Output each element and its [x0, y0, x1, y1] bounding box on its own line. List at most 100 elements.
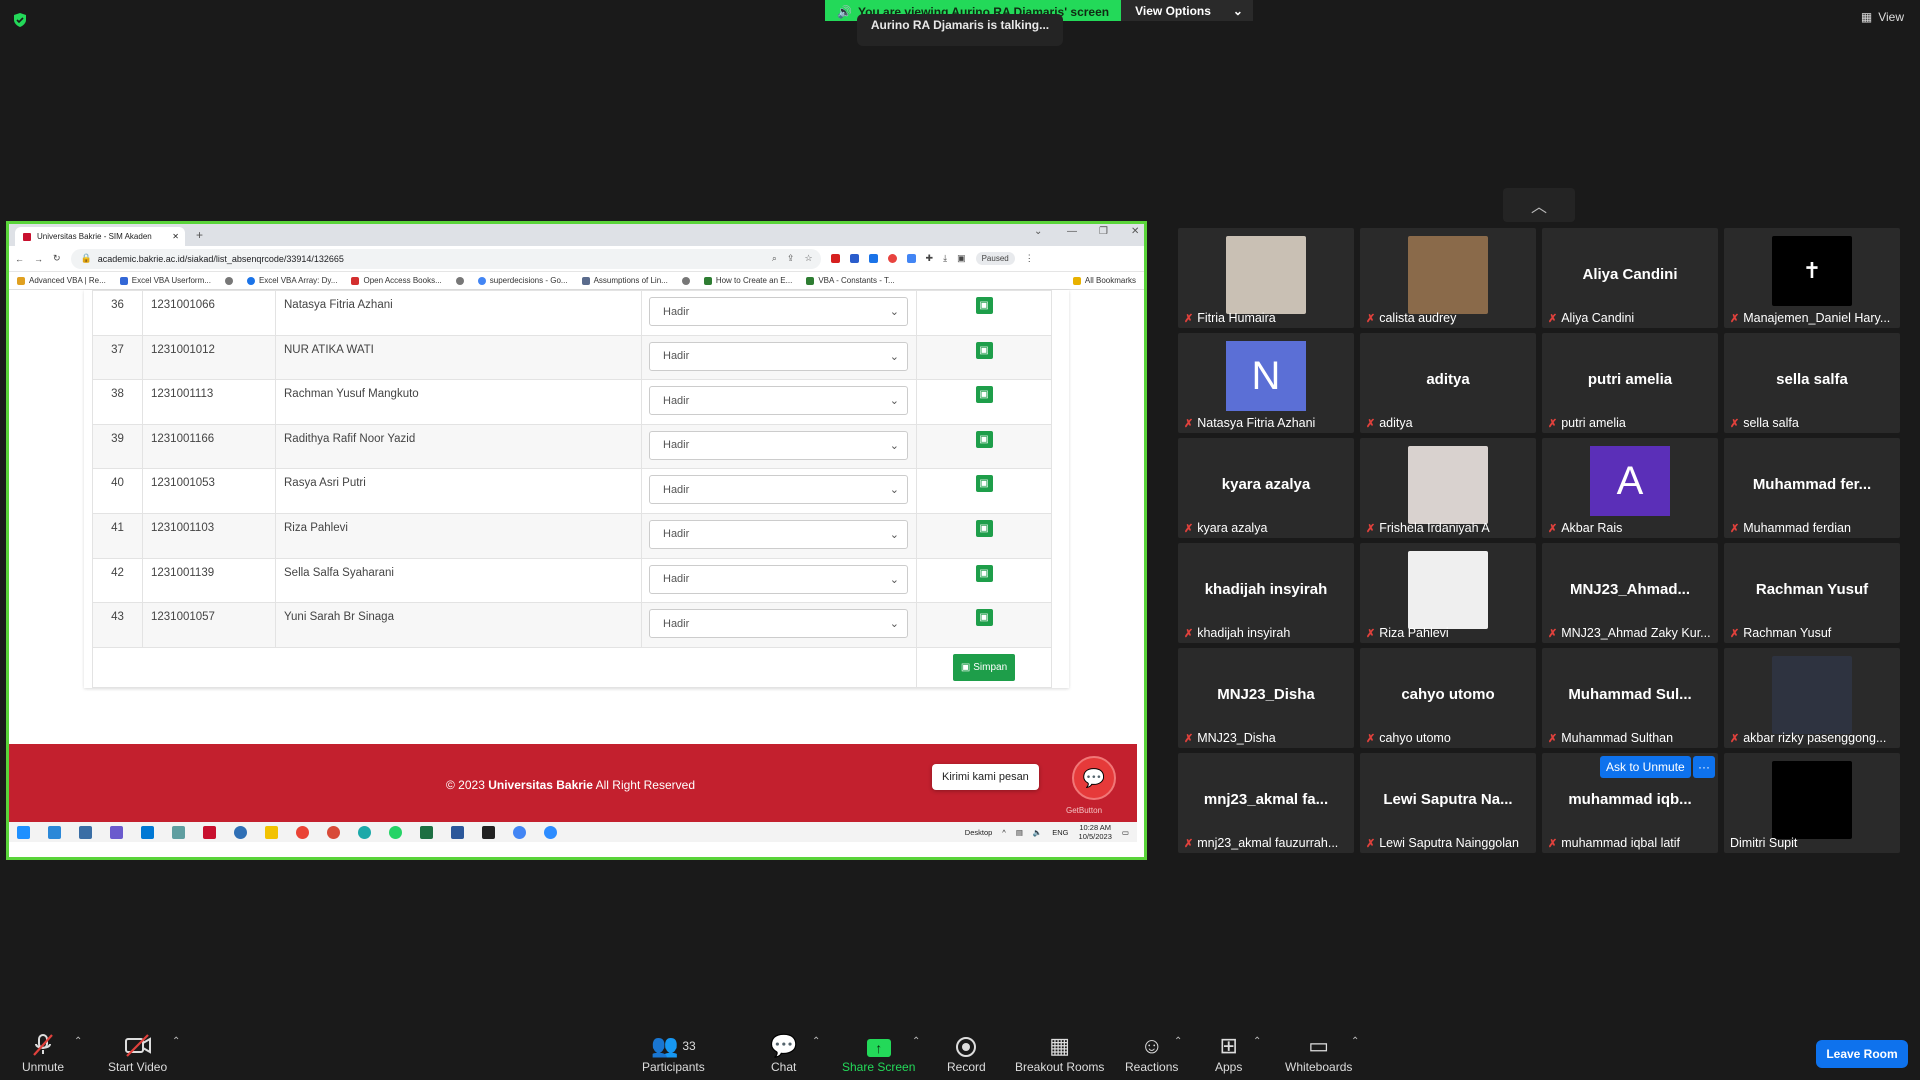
- save-icon[interactable]: ▣: [975, 430, 993, 448]
- chevron-up-icon[interactable]: ︿: [1503, 188, 1575, 222]
- participant-tile[interactable]: MNJ23_Ahmad... ✗ MNJ23_Ahmad Zaky Kur...: [1542, 543, 1718, 643]
- kebab-menu-icon[interactable]: ⋮: [1025, 253, 1034, 264]
- save-icon[interactable]: ▣: [975, 386, 993, 404]
- more-options-button[interactable]: ···: [1693, 756, 1715, 778]
- save-icon[interactable]: ▣: [975, 475, 993, 493]
- participant-tile[interactable]: Rachman Yusuf ✗ Rachman Yusuf: [1724, 543, 1900, 643]
- sidepanel-icon[interactable]: ▣: [957, 253, 966, 264]
- extension-icon[interactable]: [830, 254, 840, 263]
- word-icon[interactable]: [451, 825, 464, 839]
- bookmark-item[interactable]: [455, 276, 464, 285]
- participant-tile[interactable]: Muhammad fer... ✗ Muhammad ferdian: [1724, 438, 1900, 538]
- ask-to-unmute-button[interactable]: Ask to Unmute: [1600, 756, 1691, 778]
- forward-icon[interactable]: →: [34, 254, 43, 264]
- save-icon[interactable]: ▣: [975, 297, 993, 314]
- participant-tile[interactable]: ✗ Frishela Irdaniyah A: [1360, 438, 1536, 538]
- clock[interactable]: 10:28 AM 10/5/2023: [1079, 823, 1112, 841]
- puzzle-icon[interactable]: ✚: [926, 253, 934, 264]
- apps-button[interactable]: ⊞ Apps: [1215, 1032, 1242, 1074]
- shared-screen[interactable]: Universitas Bakrie - SIM Akaden ✕ + ⌄ — …: [6, 221, 1147, 860]
- status-select[interactable]: Hadir ⌄: [649, 564, 908, 594]
- chevron-up-icon[interactable]: ⌃: [1351, 1036, 1359, 1047]
- bookmark-item[interactable]: Advanced VBA | Re...: [17, 276, 106, 285]
- participant-tile[interactable]: ✗ Riza Pahlevi: [1360, 543, 1536, 643]
- participant-tile[interactable]: ✗ Fitria Humaira: [1178, 228, 1354, 328]
- new-tab-icon[interactable]: +: [192, 228, 207, 243]
- start-video-button[interactable]: Start Video: [108, 1032, 167, 1074]
- participants-button[interactable]: 👥 33 Participants: [642, 1032, 705, 1074]
- taskbar-app-icon[interactable]: [141, 825, 154, 839]
- participant-tile[interactable]: khadijah insyirah ✗ khadijah insyirah: [1178, 543, 1354, 643]
- network-icon[interactable]: ▤: [1016, 828, 1023, 837]
- bookmark-item[interactable]: Open Access Books...: [351, 276, 442, 285]
- zoom-app-icon[interactable]: [544, 825, 557, 839]
- breakout-rooms-button[interactable]: ▦ Breakout Rooms: [1015, 1032, 1104, 1074]
- minimize-icon[interactable]: —: [1067, 226, 1077, 237]
- extension-icon[interactable]: [887, 254, 897, 263]
- shield-icon[interactable]: [12, 12, 28, 28]
- extension-icon[interactable]: [868, 254, 878, 263]
- simpan-button[interactable]: ▣ Simpan: [952, 653, 1016, 681]
- bookmark-item[interactable]: Excel VBA Array: Dy...: [246, 276, 337, 285]
- participant-tile[interactable]: N ✗ Natasya Fitria Azhani: [1178, 333, 1354, 433]
- excel-icon[interactable]: [420, 825, 433, 839]
- unmute-button[interactable]: Unmute: [22, 1032, 64, 1074]
- leave-room-button[interactable]: Leave Room: [1816, 1040, 1908, 1068]
- maximize-icon[interactable]: ❐: [1099, 226, 1108, 237]
- zoom-icon[interactable]: ⌕: [772, 253, 777, 264]
- chevron-up-icon[interactable]: ⌃: [74, 1036, 82, 1047]
- lang-label[interactable]: ENG: [1052, 828, 1068, 837]
- notification-icon[interactable]: ▭: [1122, 828, 1129, 837]
- taskbar-app-icon[interactable]: [48, 825, 61, 839]
- status-select[interactable]: Hadir ⌄: [649, 519, 908, 549]
- taskbar-app-icon[interactable]: [265, 825, 278, 839]
- window-close-icon[interactable]: ✕: [1131, 226, 1139, 237]
- address-bar[interactable]: 🔒 academic.bakrie.ac.id/siakad/list_abse…: [70, 248, 821, 269]
- bookmark-item[interactable]: superdecisions - Go...: [477, 276, 568, 285]
- status-select[interactable]: Hadir ⌄: [649, 341, 908, 371]
- chrome-icon[interactable]: [296, 825, 309, 839]
- bookmark-star-icon[interactable]: ☆: [804, 253, 812, 264]
- chat-prompt[interactable]: Kirimi kami pesan: [932, 764, 1039, 790]
- whatsapp-icon[interactable]: [389, 825, 402, 839]
- chevron-up-icon[interactable]: ⌃: [1253, 1036, 1261, 1047]
- chevron-up-icon[interactable]: ⌃: [172, 1036, 180, 1047]
- record-button[interactable]: Record: [947, 1032, 986, 1074]
- status-select[interactable]: Hadir ⌄: [649, 297, 908, 326]
- browser-tab[interactable]: Universitas Bakrie - SIM Akaden ✕: [15, 227, 185, 246]
- whiteboards-button[interactable]: ▭ Whiteboards: [1285, 1032, 1352, 1074]
- close-icon[interactable]: ✕: [172, 232, 179, 241]
- taskbar-app-icon[interactable]: [234, 825, 247, 839]
- status-select[interactable]: Hadir ⌄: [649, 386, 908, 416]
- start-icon[interactable]: [17, 825, 30, 839]
- save-icon[interactable]: ▣: [975, 564, 993, 582]
- bookmark-item[interactable]: [681, 276, 690, 285]
- participant-tile[interactable]: sella salfa ✗ sella salfa: [1724, 333, 1900, 433]
- participant-tile[interactable]: putri amelia ✗ putri amelia: [1542, 333, 1718, 433]
- chevron-up-icon[interactable]: ⌃: [912, 1036, 920, 1047]
- bookmark-item[interactable]: Assumptions of Lin...: [581, 276, 668, 285]
- bookmark-item[interactable]: VBA - Constants - T...: [806, 276, 895, 285]
- taskbar-app-icon[interactable]: [482, 825, 495, 839]
- reload-icon[interactable]: ↻: [53, 253, 61, 264]
- tab-search-icon[interactable]: ⌄: [1034, 226, 1042, 237]
- taskbar-app-icon[interactable]: [79, 825, 92, 839]
- view-button[interactable]: ▦ View: [1861, 10, 1904, 24]
- participant-tile[interactable]: ✗ calista audrey: [1360, 228, 1536, 328]
- status-select[interactable]: Hadir ⌄: [649, 475, 908, 505]
- participant-tile[interactable]: Dimitri Supit: [1724, 753, 1900, 853]
- taskbar-app-icon[interactable]: [327, 825, 340, 839]
- chevron-up-icon[interactable]: ^: [1002, 828, 1006, 837]
- save-icon[interactable]: ▣: [975, 341, 993, 359]
- save-icon[interactable]: ▣: [975, 519, 993, 537]
- status-select[interactable]: Hadir ⌄: [649, 430, 908, 460]
- participant-tile[interactable]: MNJ23_Disha ✗ MNJ23_Disha: [1178, 648, 1354, 748]
- share-screen-button[interactable]: ↑ Share Screen: [842, 1032, 915, 1074]
- participant-tile[interactable]: Aliya Candini ✗ Aliya Candini: [1542, 228, 1718, 328]
- taskbar-app-icon[interactable]: [203, 825, 216, 839]
- volume-icon[interactable]: 🔈: [1033, 828, 1042, 837]
- participant-tile[interactable]: A ✗ Akbar Rais: [1542, 438, 1718, 538]
- chevron-up-icon[interactable]: ⌃: [1174, 1036, 1182, 1047]
- participant-tile[interactable]: ✝ ✗ Manajemen_Daniel Hary...: [1724, 228, 1900, 328]
- participant-tile[interactable]: kyara azalya ✗ kyara azalya: [1178, 438, 1354, 538]
